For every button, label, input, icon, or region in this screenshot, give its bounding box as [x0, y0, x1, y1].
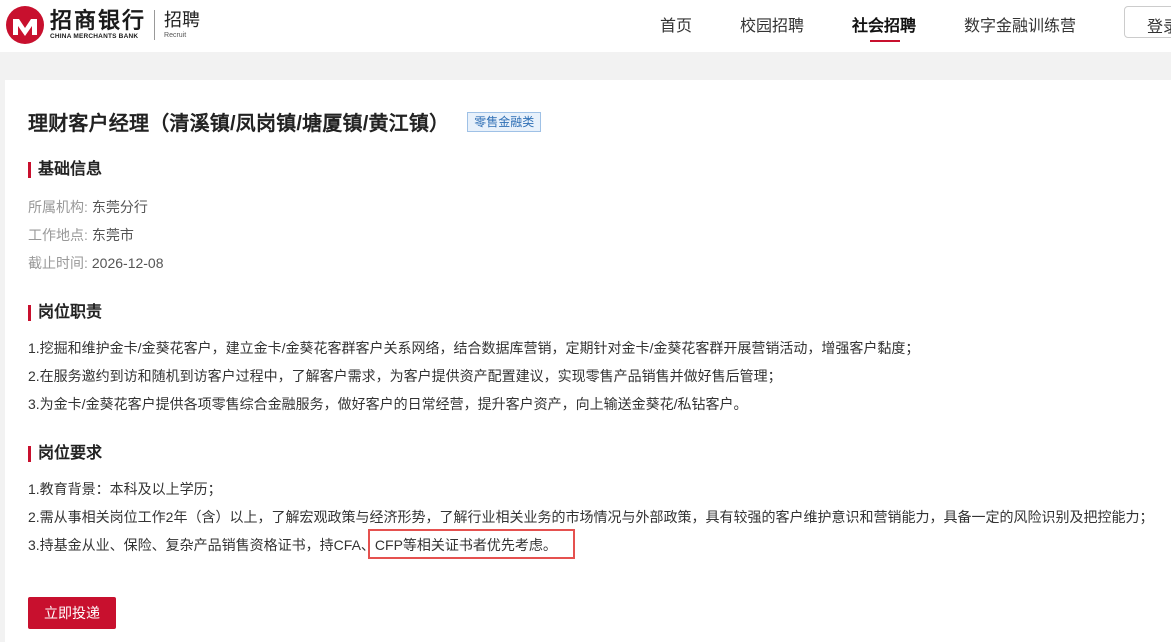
- info-organization: 所属机构: 东莞分行: [28, 197, 148, 217]
- info-value: 东莞分行: [91, 199, 148, 215]
- login-button[interactable]: 登录: [1124, 6, 1171, 38]
- bank-emblem-icon: [6, 6, 44, 44]
- info-label: 工作地点:: [28, 227, 88, 243]
- info-value: 东莞市: [91, 227, 134, 243]
- info-label: 所属机构:: [28, 199, 88, 215]
- requirement-item: 2.需从事相关岗位工作2年（含）以上，了解宏观政策与经济形势，了解行业相关业务的…: [28, 509, 1154, 525]
- job-title-row: 理财客户经理（清溪镇/凤岗镇/塘厦镇/黄江镇） 零售金融类: [28, 107, 542, 136]
- duties-heading: 岗位职责: [28, 304, 102, 322]
- bank-logo[interactable]: 招商银行 CHINA MERCHANTS BANK 招聘 Recruit: [6, 6, 200, 44]
- duty-item: 1.挖掘和维护金卡/金葵花客户，建立金卡/金葵花客群客户关系网络，结合数据库营销…: [28, 340, 920, 356]
- logo-english-name: CHINA MERCHANTS BANK: [50, 32, 139, 40]
- duty-item: 2.在服务邀约到访和随机到访客户过程中，了解客户需求，为客户提供资产配置建议，实…: [28, 368, 782, 384]
- basic-info-heading: 基础信息: [28, 161, 102, 179]
- apply-button[interactable]: 立即投递: [28, 597, 116, 629]
- info-location: 工作地点: 东莞市: [28, 225, 134, 245]
- info-value: 2026-12-08: [91, 255, 164, 271]
- job-title: 理财客户经理（清溪镇/凤岗镇/塘厦镇/黄江镇）: [28, 113, 450, 135]
- nav-digital-finance-camp[interactable]: 数字金融训练营: [964, 12, 1076, 36]
- duty-item: 3.为金卡/金葵花客户提供各项零售综合金融服务，做好客户的日常经营，提升客户资产…: [28, 396, 748, 412]
- nav-campus-recruitment[interactable]: 校园招聘: [740, 12, 804, 36]
- info-deadline: 截止时间: 2026-12-08: [28, 253, 164, 273]
- requirements-heading: 岗位要求: [28, 445, 102, 463]
- logo-recruit-en: Recruit: [164, 32, 187, 39]
- nav-active-indicator: [870, 40, 900, 42]
- nav-social-recruitment[interactable]: 社会招聘: [852, 12, 916, 36]
- highlight-annotation-box: [368, 529, 575, 559]
- top-header: 招商银行 CHINA MERCHANTS BANK 招聘 Recruit 首页 …: [0, 0, 1171, 52]
- logo-divider: [154, 10, 156, 40]
- job-detail-card: 理财客户经理（清溪镇/凤岗镇/塘厦镇/黄江镇） 零售金融类 基础信息 所属机构:…: [5, 80, 1171, 642]
- requirement-item: 1.教育背景：本科及以上学历；: [28, 481, 222, 497]
- logo-chinese-name: 招商银行: [50, 7, 147, 34]
- info-label: 截止时间:: [28, 255, 88, 271]
- nav-home[interactable]: 首页: [660, 12, 692, 36]
- category-badge: 零售金融类: [467, 111, 542, 132]
- logo-recruit-cn: 招聘: [164, 10, 201, 30]
